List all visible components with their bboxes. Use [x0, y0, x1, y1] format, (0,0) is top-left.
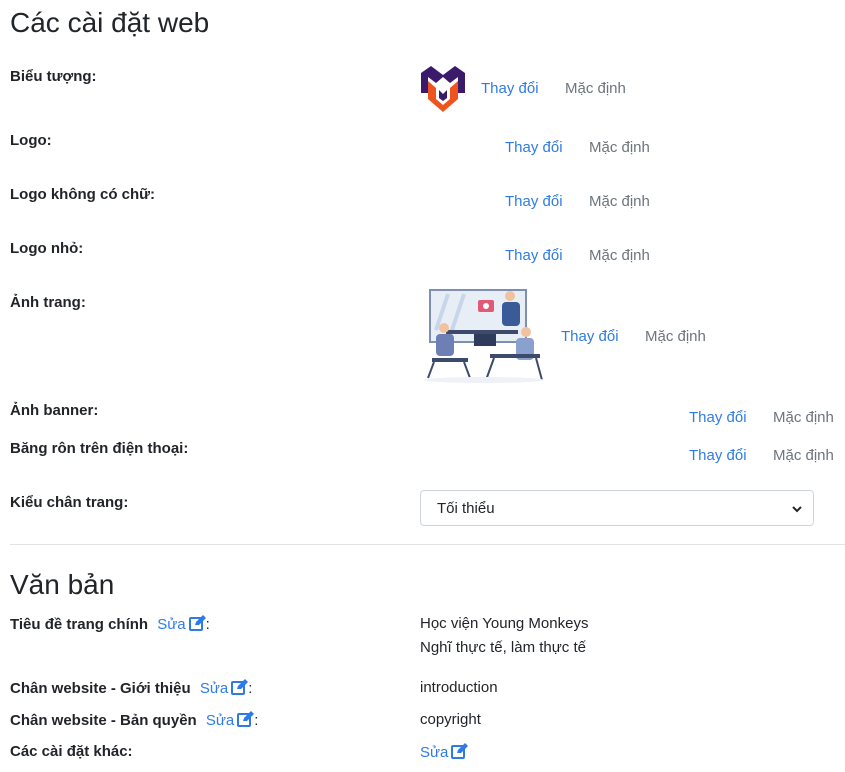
footer-style-label: Kiểu chân trang: — [10, 494, 129, 511]
home-title-label-row: Tiêu đề trang chính Sửa: — [10, 615, 210, 635]
home-title-line2: Nghĩ thực tế, làm thực tế — [420, 639, 586, 656]
logo-no-text-default-link[interactable]: Mặc định — [589, 193, 650, 210]
brand-logo-icon — [421, 66, 465, 112]
logo-small-change-link[interactable]: Thay đổi — [505, 247, 563, 264]
page-image-label: Ảnh trang: — [10, 294, 86, 311]
footer-copyright-label: Chân website - Bản quyền — [10, 712, 197, 729]
edit-icon — [231, 679, 249, 699]
logo-no-text-change-link[interactable]: Thay đổi — [505, 193, 563, 210]
footer-intro-edit-link[interactable]: Sửa — [200, 679, 249, 699]
footer-intro-value: introduction — [420, 679, 498, 696]
office-illustration-icon — [424, 289, 544, 383]
banner-image-change-link[interactable]: Thay đổi — [689, 409, 747, 426]
footer-intro-label-row: Chân website - Giới thiệu Sửa: — [10, 679, 253, 699]
logo-change-link[interactable]: Thay đổi — [505, 139, 563, 156]
home-title-label: Tiêu đề trang chính — [10, 616, 149, 633]
page-image-change-link[interactable]: Thay đổi — [561, 328, 619, 345]
chevron-down-icon — [791, 502, 803, 519]
edit-icon — [237, 711, 255, 731]
logo-label: Logo: — [10, 132, 52, 149]
edit-icon — [188, 615, 206, 635]
logo-small-default-link[interactable]: Mặc định — [589, 247, 650, 264]
favicon-default-link[interactable]: Mặc định — [565, 80, 626, 97]
logo-small-label: Logo nhỏ: — [10, 240, 84, 257]
logo-default-link[interactable]: Mặc định — [589, 139, 650, 156]
page-image-default-link[interactable]: Mặc định — [645, 328, 706, 345]
mobile-banner-label: Băng rôn trên điện thoại: — [10, 440, 189, 457]
mobile-banner-change-link[interactable]: Thay đổi — [689, 447, 747, 464]
banner-image-label: Ảnh banner: — [10, 402, 99, 419]
other-settings-edit-link[interactable]: Sửa — [420, 743, 469, 763]
section-title-web-settings: Các cài đặt web — [10, 7, 210, 38]
page-image-preview — [418, 286, 550, 384]
favicon-change-link[interactable]: Thay đổi — [481, 80, 539, 97]
section-divider — [10, 544, 845, 545]
home-title-line1: Học viện Young Monkeys — [420, 615, 589, 632]
favicon-label: Biểu tượng: — [10, 68, 97, 85]
mobile-banner-default-link[interactable]: Mặc định — [773, 447, 834, 464]
footer-copyright-label-row: Chân website - Bản quyền Sửa: — [10, 711, 259, 731]
logo-no-text-label: Logo không có chữ: — [10, 186, 156, 203]
footer-copyright-value: copyright — [420, 711, 481, 728]
section-title-text: Văn bản — [10, 569, 115, 600]
footer-style-selected-value: Tối thiểu — [437, 500, 495, 517]
footer-copyright-edit-link[interactable]: Sửa — [206, 711, 255, 731]
edit-icon — [451, 743, 469, 763]
other-settings-label: Các cài đặt khác: — [10, 743, 133, 760]
home-title-edit-link[interactable]: Sửa — [157, 615, 206, 635]
favicon-preview — [418, 63, 468, 113]
footer-intro-label: Chân website - Giới thiệu — [10, 680, 191, 697]
footer-style-select[interactable]: Tối thiểu — [420, 490, 814, 526]
banner-image-default-link[interactable]: Mặc định — [773, 409, 834, 426]
